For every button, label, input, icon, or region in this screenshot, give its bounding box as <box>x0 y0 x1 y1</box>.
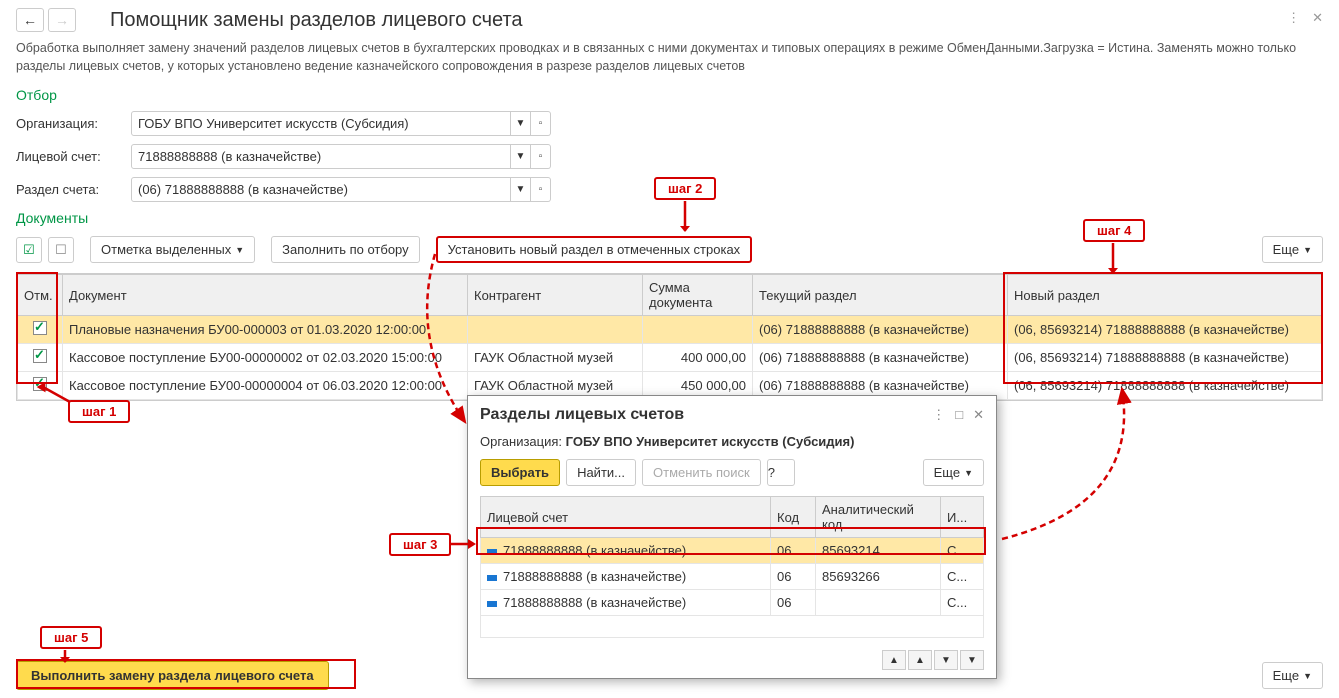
account-input[interactable]: 71888888888 (в казначействе) <box>131 144 511 169</box>
org-input[interactable]: ГОБУ ВПО Университет искусств (Субсидия) <box>131 111 511 136</box>
set-new-section-button[interactable]: Установить новый раздел в отмеченных стр… <box>436 236 753 263</box>
row-checkbox[interactable] <box>33 321 47 335</box>
section-dropdown-button[interactable]: ▼ <box>511 177 531 202</box>
col-contr[interactable]: Контрагент <box>468 275 643 316</box>
step4-callout: шаг 4 <box>1083 219 1145 242</box>
org-label: Организация: <box>16 116 131 131</box>
popup-row[interactable] <box>481 616 984 638</box>
step3-callout: шаг 3 <box>389 533 451 556</box>
bottom-more-button[interactable]: Еще▼ <box>1262 662 1323 689</box>
nav-up-icon[interactable]: ▲ <box>908 650 932 670</box>
row-checkbox[interactable] <box>33 349 47 363</box>
nav-last-icon[interactable]: ▼ <box>960 650 984 670</box>
popup-kebab-icon[interactable]: ⋮ <box>932 407 945 423</box>
popup-more-button[interactable]: Еще▼ <box>923 459 984 486</box>
sections-popup: Разделы лицевых счетов ⋮ □ ✕ Организация… <box>467 395 997 679</box>
row-icon <box>487 575 497 581</box>
popup-find-button[interactable]: Найти... <box>566 459 636 486</box>
org-open-button[interactable]: ▫ <box>531 111 551 136</box>
close-icon[interactable]: ✕ <box>1312 10 1323 26</box>
popup-maximize-icon[interactable]: □ <box>955 407 963 423</box>
table-row[interactable]: Плановые назначения БУ00-000003 от 01.03… <box>18 316 1322 344</box>
row-icon <box>487 549 497 555</box>
popup-cancel-search-button[interactable]: Отменить поиск <box>642 459 761 486</box>
col-mark[interactable]: Отм. <box>18 275 63 316</box>
nav-down-icon[interactable]: ▼ <box>934 650 958 670</box>
kebab-icon[interactable]: ⋮ <box>1287 10 1300 26</box>
account-open-button[interactable]: ▫ <box>531 144 551 169</box>
col-new[interactable]: Новый раздел <box>1008 275 1322 316</box>
filter-section-title: Отбор <box>0 83 1339 107</box>
popup-title: Разделы лицевых счетов <box>480 406 932 424</box>
arrow-step3-to-step4 <box>1000 384 1160 544</box>
section-input[interactable]: (06) 71888888888 (в казначействе) <box>131 177 511 202</box>
popup-col-account[interactable]: Лицевой счет <box>481 497 771 538</box>
docs-more-button[interactable]: Еще▼ <box>1262 236 1323 263</box>
nav-forward-button[interactable]: → <box>48 8 76 32</box>
page-description: Обработка выполняет замену значений разд… <box>0 40 1339 83</box>
uncheck-all-button[interactable]: ☐ <box>48 237 74 263</box>
popup-org-value: ГОБУ ВПО Университет искусств (Субсидия) <box>566 434 855 449</box>
page-title: Помощник замены разделов лицевого счета <box>110 9 523 32</box>
account-dropdown-button[interactable]: ▼ <box>511 144 531 169</box>
col-sum[interactable]: Сумма документа <box>643 275 753 316</box>
col-cur[interactable]: Текущий раздел <box>753 275 1008 316</box>
popup-close-icon[interactable]: ✕ <box>973 407 984 423</box>
mark-selected-button[interactable]: Отметка выделенных▼ <box>90 236 255 263</box>
popup-col-iff[interactable]: И... <box>941 497 984 538</box>
popup-col-code[interactable]: Код <box>771 497 816 538</box>
check-all-button[interactable]: ☑ <box>16 237 42 263</box>
popup-col-acode[interactable]: Аналитический код <box>816 497 941 538</box>
row-icon <box>487 601 497 607</box>
section-open-button[interactable]: ▫ <box>531 177 551 202</box>
nav-first-icon[interactable]: ▲ <box>882 650 906 670</box>
table-row[interactable]: Кассовое поступление БУ00-00000002 от 02… <box>18 344 1322 372</box>
popup-row[interactable]: 71888888888 (в казначействе) 06 С... <box>481 590 984 616</box>
popup-table: Лицевой счет Код Аналитический код И... … <box>480 496 984 638</box>
popup-row[interactable]: 71888888888 (в казначействе) 06 85693214… <box>481 538 984 564</box>
documents-table: Отм. Документ Контрагент Сумма документа… <box>16 273 1323 401</box>
org-dropdown-button[interactable]: ▼ <box>511 111 531 136</box>
col-doc[interactable]: Документ <box>63 275 468 316</box>
fill-by-filter-button[interactable]: Заполнить по отбору <box>271 236 419 263</box>
step2-callout: шаг 2 <box>654 177 716 200</box>
execute-replace-button[interactable]: Выполнить замену раздела лицевого счета <box>16 661 329 690</box>
step1-callout: шаг 1 <box>68 400 130 423</box>
popup-org-label: Организация: <box>480 434 562 449</box>
section-label: Раздел счета: <box>16 182 131 197</box>
popup-row[interactable]: 71888888888 (в казначействе) 06 85693266… <box>481 564 984 590</box>
step5-callout: шаг 5 <box>40 626 102 649</box>
popup-help-button[interactable]: ? <box>767 459 795 486</box>
nav-back-button[interactable]: ← <box>16 8 44 32</box>
account-label: Лицевой счет: <box>16 149 131 164</box>
popup-select-button[interactable]: Выбрать <box>480 459 560 486</box>
row-checkbox[interactable] <box>33 377 47 391</box>
